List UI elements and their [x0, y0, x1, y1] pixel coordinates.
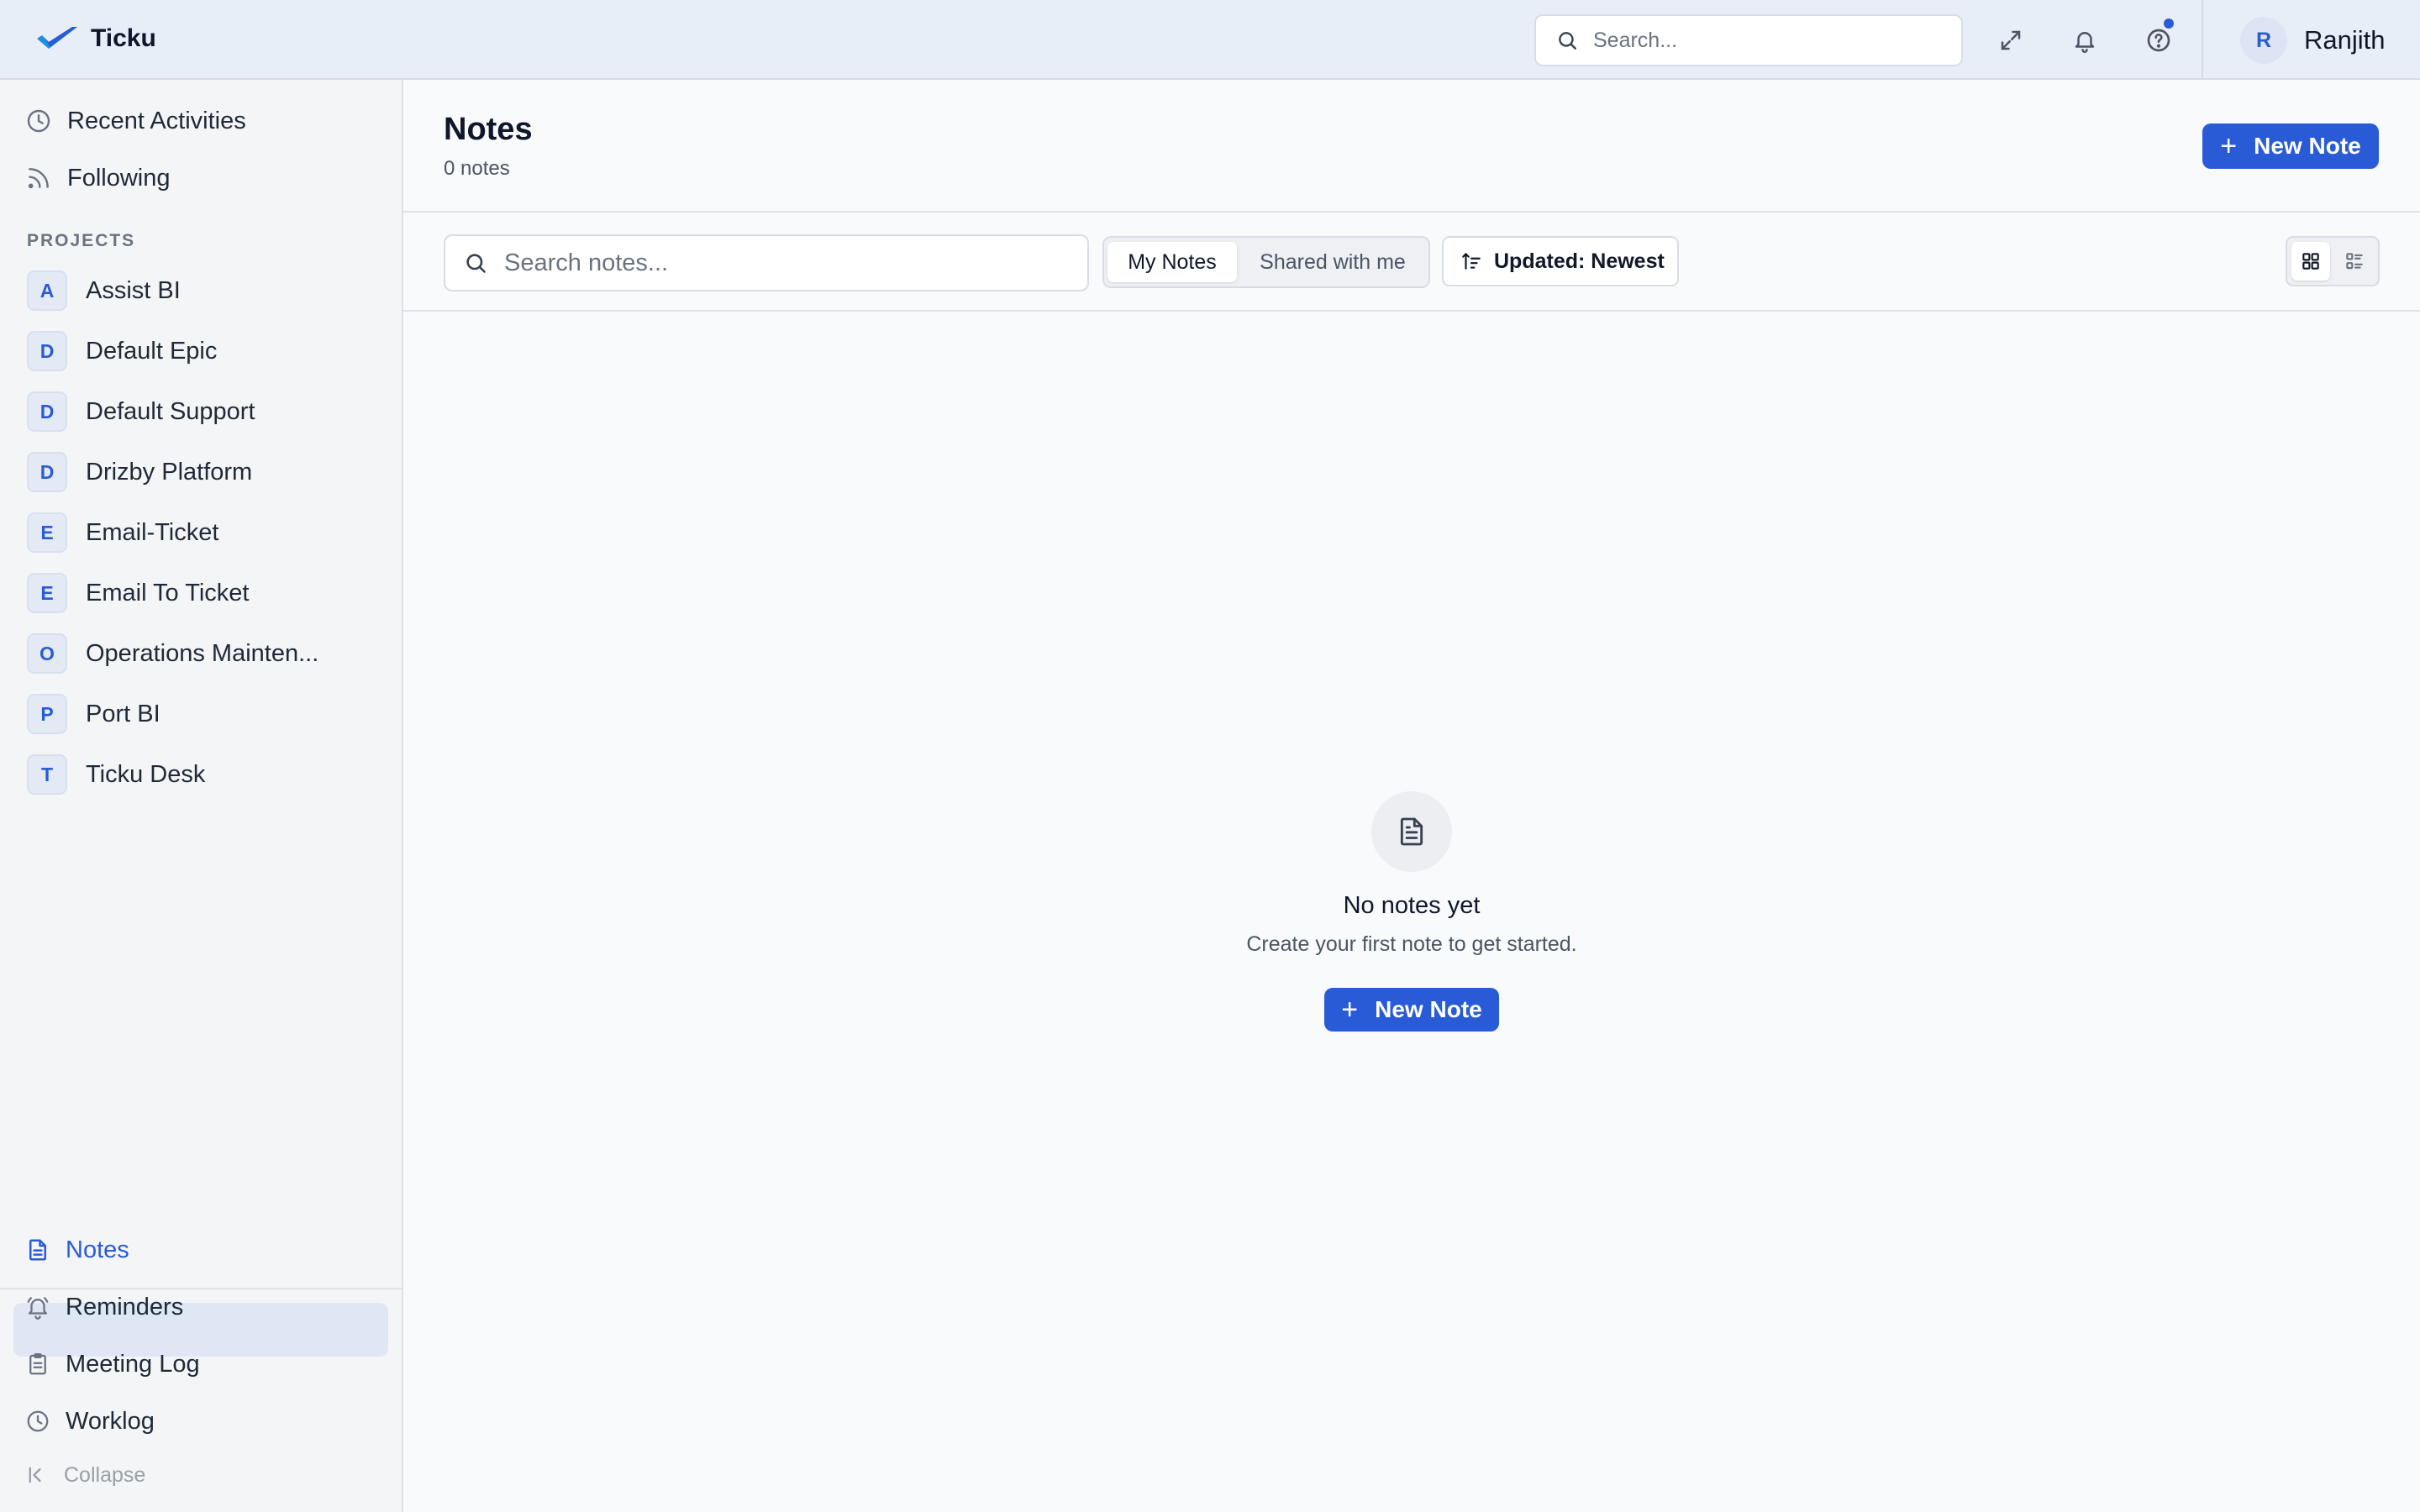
sort-dropdown[interactable]: Updated: Newest — [1442, 236, 1679, 286]
clipboard-icon — [29, 1353, 46, 1375]
help-button[interactable] — [2142, 18, 2175, 57]
avatar: R — [2240, 17, 2287, 64]
sidebar-item-recent-activities[interactable]: Recent Activities — [25, 100, 246, 142]
collapse-sidebar-button[interactable]: Collapse — [25, 1454, 145, 1496]
project-initial-badge: D — [27, 331, 67, 371]
projects-heading: PROJECTS — [27, 231, 136, 250]
top-bar: Ticku R Ranjith — [0, 0, 2420, 80]
notes-count: 0 notes — [444, 157, 510, 180]
project-initial-badge: O — [27, 633, 67, 674]
sidebar: Recent Activities Following PROJECTS A A… — [0, 80, 403, 1512]
sidebar-item-label: Reminders — [66, 1293, 184, 1320]
search-icon — [1559, 32, 1576, 50]
sidebar-project-default-epic[interactable]: D Default Epic — [27, 330, 217, 372]
sidebar-item-reminders[interactable]: Reminders — [25, 1286, 183, 1328]
project-label: Assist BI — [86, 276, 181, 304]
page-header: Notes 0 notes + New Note — [403, 80, 2420, 213]
empty-state-title: No notes yet — [1343, 892, 1481, 919]
project-label: Email-Ticket — [86, 518, 219, 546]
project-label: Email To Ticket — [86, 579, 250, 606]
collapse-icon — [29, 1467, 41, 1483]
view-mode-toggle — [2286, 236, 2380, 286]
notification-dot — [2164, 18, 2174, 29]
tab-shared-with-me[interactable]: Shared with me — [1242, 242, 1423, 282]
notifications-button[interactable] — [2068, 24, 2102, 57]
project-initial-badge: E — [27, 573, 67, 613]
project-initial-badge: P — [27, 694, 67, 734]
sidebar-item-following[interactable]: Following — [25, 157, 171, 199]
tab-my-notes[interactable]: My Notes — [1107, 242, 1237, 282]
fullscreen-button[interactable] — [1994, 24, 2028, 57]
bell-icon — [2075, 32, 2095, 53]
expand-icon — [2001, 30, 2021, 50]
project-initial-badge: T — [27, 754, 67, 795]
sidebar-project-drizby-platform[interactable]: D Drizby Platform — [27, 451, 252, 493]
collapse-label: Collapse — [64, 1462, 146, 1487]
project-label: Ticku Desk — [86, 760, 206, 788]
sidebar-project-ticku-desk[interactable]: T Ticku Desk — [27, 753, 205, 795]
project-initial-badge: A — [27, 270, 67, 311]
sidebar-project-operations-maintenance[interactable]: O Operations Mainten... — [27, 633, 318, 675]
bell-ring-icon — [27, 1297, 49, 1320]
empty-state-button-label: New Note — [1375, 996, 1482, 1022]
sidebar-item-label: Recent Activities — [67, 107, 246, 134]
list-view-button[interactable] — [2335, 242, 2374, 281]
sidebar-item-label: Worklog — [66, 1407, 155, 1435]
rss-icon — [28, 168, 49, 189]
new-note-label: New Note — [2254, 133, 2361, 159]
user-name: Ranjith — [2304, 25, 2386, 55]
ticku-logo-icon — [37, 27, 77, 49]
sidebar-item-label: Following — [67, 164, 171, 192]
sidebar-item-label: Notes — [66, 1236, 129, 1263]
list-view-icon — [2346, 253, 2363, 270]
plus-icon: + — [1341, 994, 1359, 1026]
search-icon — [466, 254, 486, 273]
new-note-button[interactable]: + New Note — [2202, 123, 2379, 169]
project-label: Default Support — [86, 397, 255, 425]
sort-label: Updated: Newest — [1494, 249, 1665, 273]
clock-icon — [27, 109, 50, 133]
sidebar-project-default-support[interactable]: D Default Support — [27, 391, 255, 433]
sidebar-project-assist-bi[interactable]: A Assist BI — [27, 270, 181, 312]
note-icon — [29, 1239, 46, 1261]
page-title: Notes — [444, 112, 533, 147]
project-initial-badge: E — [27, 512, 67, 553]
empty-state-icon-wrapper — [1371, 791, 1452, 872]
sidebar-item-meeting-log[interactable]: Meeting Log — [25, 1343, 200, 1385]
document-icon — [1400, 817, 1423, 846]
app-name: Ticku — [91, 24, 156, 52]
plus-icon: + — [2220, 130, 2238, 162]
notes-scope-toggle: My Notes Shared with me — [1102, 236, 1430, 288]
sidebar-project-email-ticket[interactable]: E Email-Ticket — [27, 512, 218, 554]
empty-state-subtitle: Create your first note to get started. — [1246, 932, 1577, 956]
sidebar-item-label: Meeting Log — [66, 1350, 200, 1378]
global-search[interactable] — [1534, 14, 1963, 66]
clock-icon — [27, 1410, 49, 1432]
sidebar-project-email-to-ticket[interactable]: E Email To Ticket — [27, 572, 249, 614]
grid-view-icon — [2302, 253, 2319, 270]
project-label: Operations Mainten... — [86, 639, 319, 667]
topbar-divider — [2202, 0, 2203, 80]
notes-search[interactable] — [444, 234, 1089, 291]
help-icon — [2147, 29, 2170, 52]
notes-search-input[interactable] — [504, 249, 1076, 277]
sidebar-item-notes[interactable]: Notes — [25, 1229, 129, 1271]
sidebar-item-worklog[interactable]: Worklog — [25, 1400, 155, 1442]
project-label: Drizby Platform — [86, 458, 253, 486]
sidebar-project-port-bi[interactable]: P Port BI — [27, 693, 160, 735]
user-menu[interactable]: R Ranjith — [2240, 17, 2386, 64]
project-label: Port BI — [86, 700, 160, 727]
sort-icon — [1462, 253, 1481, 270]
global-search-input[interactable] — [1593, 28, 1929, 53]
app-logo[interactable]: Ticku — [35, 24, 156, 54]
project-initial-badge: D — [27, 452, 67, 492]
project-label: Default Epic — [86, 337, 218, 365]
notes-toolbar: My Notes Shared with me Updated: Newest — [403, 213, 2420, 312]
grid-view-button[interactable] — [2291, 242, 2330, 281]
project-initial-badge: D — [27, 391, 67, 432]
empty-state-new-note-button[interactable]: + New Note — [1324, 988, 1499, 1032]
